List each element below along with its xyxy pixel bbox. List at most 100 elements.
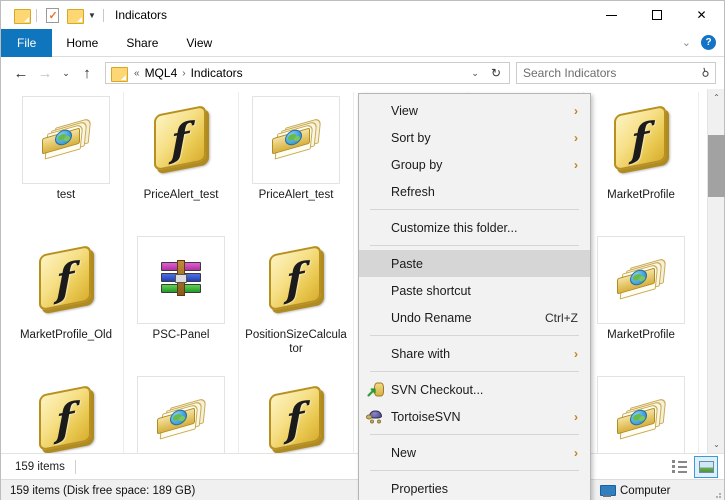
ex4-book-icon (38, 117, 94, 163)
computer-icon (600, 484, 616, 497)
tab-share[interactable]: Share (112, 29, 172, 57)
winrar-archive-icon (158, 260, 204, 300)
minimize-button[interactable] (589, 1, 634, 29)
ex4-book-icon (613, 257, 669, 303)
file-icon (22, 96, 110, 184)
file-icon (137, 236, 225, 324)
menu-separator (370, 335, 579, 336)
tortoise-svn-icon (366, 410, 384, 424)
folder-icon[interactable] (10, 4, 32, 26)
ex4-book-icon (613, 397, 669, 443)
menu-item-sort-by[interactable]: Sort by › (359, 124, 590, 151)
new-folder-icon[interactable] (63, 4, 85, 26)
tab-home[interactable]: Home (52, 29, 112, 57)
file-item[interactable]: f MarketProfile_Old (9, 232, 124, 372)
qat-chevron-down-icon[interactable]: ▼ (85, 4, 99, 26)
menu-item-refresh[interactable]: Refresh (359, 178, 590, 205)
menu-item-svn-checkout[interactable]: ↗ SVN Checkout... (359, 376, 590, 403)
vertical-scrollbar[interactable]: ⌃ ⌄ (707, 89, 725, 453)
mq4-function-icon: f (265, 384, 327, 452)
menu-item-share-with[interactable]: Share with › (359, 340, 590, 367)
file-item[interactable] (124, 372, 239, 453)
menu-separator (370, 371, 579, 372)
menu-item-new[interactable]: New › (359, 439, 590, 466)
menu-item-label: TortoiseSVN (391, 409, 461, 424)
file-explorer-window: ✓ ▼ Indicators ✕ File Home Share View ⌄ … (0, 0, 725, 500)
menu-item-icon: ↗ (366, 381, 384, 399)
window-controls: ✕ (589, 1, 724, 29)
menu-item-group-by[interactable]: Group by › (359, 151, 590, 178)
back-button[interactable]: ← (9, 61, 33, 85)
file-icon: f (22, 376, 110, 453)
ribbon-tabs: File Home Share View ⌄ ? (1, 29, 724, 57)
search-input[interactable] (523, 66, 701, 80)
help-icon[interactable]: ? (701, 35, 716, 50)
menu-item-label: Properties (391, 481, 448, 496)
tab-view[interactable]: View (172, 29, 226, 57)
menu-separator (370, 470, 579, 471)
details-view-button[interactable] (667, 456, 691, 478)
menu-item-label: View (391, 103, 418, 118)
file-label: test (56, 189, 76, 201)
large-icons-view-button[interactable] (694, 455, 718, 478)
file-label: MarketProfile (607, 329, 675, 341)
file-label: PriceAlert_test (143, 189, 219, 201)
menu-item-label: Sort by (391, 130, 431, 145)
menu-item-label: Paste (391, 256, 423, 271)
up-button[interactable]: ↑ (75, 61, 99, 85)
menu-item-undo-rename[interactable]: Undo Rename Ctrl+Z (359, 304, 590, 331)
menu-item-label: Undo Rename (391, 310, 472, 325)
menu-item-tortoisesvn[interactable]: TortoiseSVN › (359, 403, 590, 430)
file-icon: f (597, 96, 685, 184)
recent-locations-chevron-down-icon[interactable]: ⌄ (57, 61, 75, 85)
title-bar: ✓ ▼ Indicators ✕ (1, 1, 724, 29)
file-label: MarketProfile (607, 189, 675, 201)
file-item[interactable]: MarketProfile (584, 232, 699, 372)
forward-button[interactable]: → (33, 61, 57, 85)
collapse-ribbon-chevron-down-icon[interactable]: ⌄ (682, 36, 691, 49)
tab-file[interactable]: File (1, 29, 53, 57)
file-item[interactable]: PriceAlert_test (239, 92, 354, 232)
menu-item-customize-this-folder[interactable]: Customize this folder... (359, 214, 590, 241)
scroll-down-button[interactable]: ⌄ (708, 436, 725, 453)
breadcrumb-folder-icon (111, 66, 128, 82)
menu-separator (370, 434, 579, 435)
menu-separator (370, 209, 579, 210)
breadcrumb[interactable]: « MQL4 › Indicators ⌄ ↻ (105, 62, 510, 84)
refresh-icon[interactable]: ↻ (486, 66, 506, 80)
svn-checkout-icon: ↗ (366, 382, 384, 399)
file-item[interactable]: test (9, 92, 124, 232)
close-button[interactable]: ✕ (679, 1, 724, 29)
menu-item-paste-shortcut[interactable]: Paste shortcut (359, 277, 590, 304)
scroll-up-button[interactable]: ⌃ (708, 89, 725, 106)
file-item[interactable] (584, 372, 699, 453)
menu-item-view[interactable]: View › (359, 97, 590, 124)
file-item[interactable]: f MarketProfile (584, 92, 699, 232)
menu-item-properties[interactable]: Properties (359, 475, 590, 500)
breadcrumb-item-mql4[interactable]: MQL4 (143, 66, 180, 80)
submenu-chevron-right-icon: › (574, 103, 578, 118)
file-item[interactable]: f (9, 372, 124, 453)
file-item[interactable]: f (239, 372, 354, 453)
file-item[interactable]: PSC-Panel (124, 232, 239, 372)
file-item[interactable]: f PriceAlert_test (124, 92, 239, 232)
ribbon-right-controls: ⌄ ? (682, 29, 724, 56)
breadcrumb-item-indicators[interactable]: Indicators (189, 66, 245, 80)
search-box[interactable]: ☌ (516, 62, 716, 84)
maximize-button[interactable] (634, 1, 679, 29)
file-label: MarketProfile_Old (19, 329, 113, 341)
file-icon (137, 376, 225, 453)
file-item[interactable]: f PositionSizeCalculator (239, 232, 354, 372)
address-dropdown-chevron-down-icon[interactable]: ⌄ (464, 68, 486, 79)
scrollbar-thumb[interactable] (708, 135, 725, 197)
resize-grip[interactable] (712, 489, 722, 499)
qat-separator-2 (103, 8, 104, 22)
item-count-label: 159 items (15, 460, 65, 473)
menu-item-paste[interactable]: Paste (359, 250, 590, 277)
context-menu[interactable]: View › Sort by › Group by › Refresh Customize t… (358, 93, 591, 500)
menu-item-label: Group by (391, 157, 443, 172)
file-icon (252, 96, 340, 184)
properties-icon[interactable]: ✓ (41, 4, 63, 26)
submenu-chevron-right-icon: › (574, 157, 578, 172)
menu-item-label: Share with (391, 346, 451, 361)
